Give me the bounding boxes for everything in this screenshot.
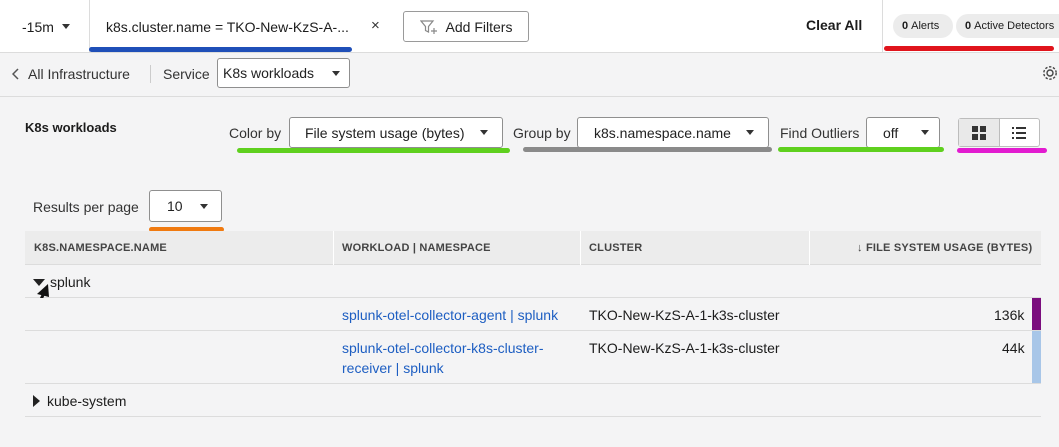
group-name: kube-system <box>47 393 127 409</box>
view-toggle <box>958 118 1040 147</box>
service-select-value: K8s workloads <box>223 65 315 81</box>
group-name: splunk <box>50 274 91 290</box>
detectors-label: Active Detectors <box>974 20 1055 32</box>
panel-title: K8s workloads <box>25 120 117 135</box>
chevron-down-icon <box>200 203 208 209</box>
annotation-underline-red <box>884 46 1054 51</box>
column-header-workload[interactable]: WORKLOAD | NAMESPACE <box>342 231 491 265</box>
chevron-down-icon <box>480 130 488 135</box>
breadcrumb-bar <box>0 53 1059 97</box>
group-row-kube-system[interactable] <box>25 384 1041 417</box>
color-by-value: File system usage (bytes) <box>305 124 465 141</box>
usage-cell: 136k <box>994 307 1025 323</box>
table-row[interactable] <box>25 331 1041 384</box>
annotation-underline-gray <box>523 147 772 152</box>
filter-chip-text: k8s.cluster.name = TKO-New-KzS-A-... <box>106 18 349 35</box>
group-row-splunk[interactable] <box>25 265 1041 298</box>
gear-icon[interactable] <box>1041 64 1059 82</box>
column-divider <box>580 231 581 265</box>
cluster-cell: TKO-New-KzS-A-1-k3s-cluster <box>589 307 780 323</box>
results-per-page-label: Results per page <box>33 199 139 215</box>
list-icon <box>1012 126 1027 139</box>
group-by-value: k8s.namespace.name <box>594 124 731 141</box>
chevron-left-icon <box>12 68 19 80</box>
column-header-file-system-usage[interactable]: ↓ FILE SYSTEM USAGE (BYTES) <box>857 231 1032 265</box>
chevron-down-icon <box>332 70 340 76</box>
grid-view-button[interactable] <box>959 119 1000 146</box>
column-header-cluster[interactable]: CLUSTER <box>589 231 642 265</box>
active-detectors-pill[interactable]: 0 Active Detectors <box>956 14 1059 38</box>
back-link-label: All Infrastructure <box>28 66 130 82</box>
usage-color-bar <box>1032 298 1041 330</box>
column-header-namespace[interactable]: K8S.NAMESPACE.NAME <box>34 231 167 265</box>
annotation-underline-green-2 <box>778 147 944 152</box>
annotation-underline-blue <box>89 47 352 52</box>
workload-link[interactable]: splunk-otel-collector-k8s-cluster- <box>342 340 544 356</box>
group-by-label: Group by <box>513 125 571 141</box>
results-per-page-select[interactable]: 10 <box>149 190 222 222</box>
add-filters-button[interactable]: Add Filters <box>403 11 529 42</box>
filter-plus-icon <box>419 19 437 34</box>
breadcrumb-divider <box>150 65 151 83</box>
time-range-picker[interactable]: -15m <box>0 0 90 53</box>
alerts-label: Alerts <box>911 20 940 32</box>
back-link[interactable]: All Infrastructure <box>12 66 130 82</box>
usage-cell: 44k <box>1002 340 1025 356</box>
chevron-down-icon <box>921 130 929 135</box>
alerts-pill[interactable]: 0 Alerts <box>893 14 953 38</box>
find-outliers-value: off <box>883 124 899 141</box>
chevron-down-icon <box>746 130 754 135</box>
workload-link[interactable]: splunk-otel-collector-agent | splunk <box>342 307 558 323</box>
service-select[interactable]: K8s workloads <box>217 58 350 88</box>
clear-all-button[interactable]: Clear All <box>806 17 862 33</box>
chevron-down-icon <box>61 24 70 29</box>
color-by-label: Color by <box>229 125 282 141</box>
time-range-value: -15m <box>22 18 54 35</box>
filter-chip[interactable]: k8s.cluster.name = TKO-New-KzS-A-... <box>90 0 392 53</box>
cluster-cell: TKO-New-KzS-A-1-k3s-cluster <box>589 340 780 356</box>
usage-color-bar <box>1032 331 1041 383</box>
group-by-select[interactable]: k8s.namespace.name <box>577 117 769 148</box>
column-divider <box>809 231 810 265</box>
service-label: Service <box>163 66 210 82</box>
close-icon[interactable]: × <box>371 17 380 34</box>
annotation-underline-magenta <box>957 148 1047 153</box>
find-outliers-select[interactable]: off <box>866 117 940 148</box>
grid-icon <box>971 125 986 140</box>
alerts-count: 0 <box>902 20 909 32</box>
caret-right-icon[interactable] <box>33 395 40 407</box>
add-filters-label: Add Filters <box>445 18 513 35</box>
detectors-count: 0 <box>965 20 972 32</box>
list-view-button[interactable] <box>1000 119 1040 146</box>
results-per-page-value: 10 <box>167 198 183 214</box>
workload-link-continued[interactable]: receiver | splunk <box>342 360 444 376</box>
annotation-underline-green <box>237 148 510 153</box>
find-outliers-label: Find Outliers <box>780 125 860 141</box>
column-divider <box>333 231 334 265</box>
color-by-select[interactable]: File system usage (bytes) <box>289 117 503 148</box>
